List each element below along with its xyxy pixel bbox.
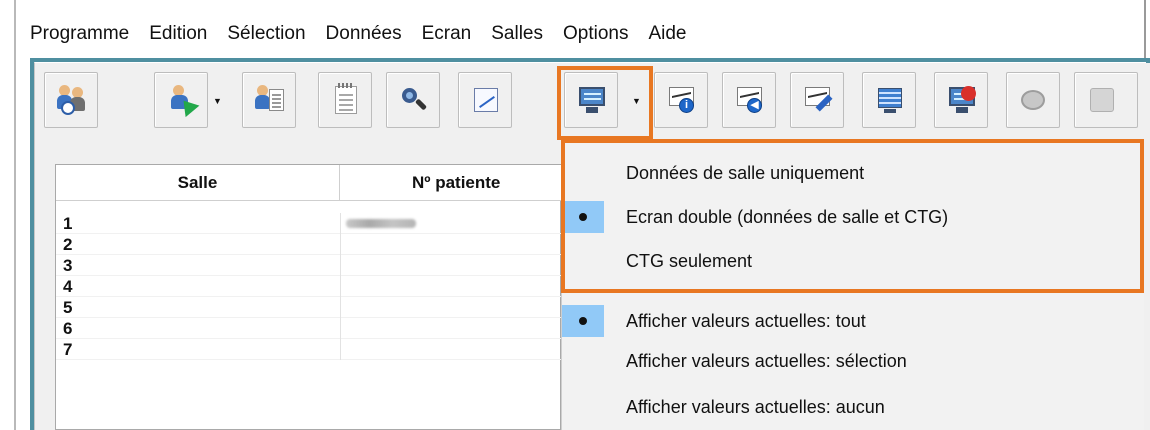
menu-edition[interactable]: Edition xyxy=(149,23,207,45)
room-number: 5 xyxy=(63,298,73,317)
window-left-border xyxy=(14,0,16,430)
highlight-toolbar-button xyxy=(557,66,653,140)
menu-item-label: Afficher valeurs actuelles: aucun xyxy=(626,397,885,417)
menu-aide[interactable]: Aide xyxy=(648,23,686,45)
application-window: Programme Edition Sélection Données Ecra… xyxy=(0,0,1150,430)
patients-overview-button[interactable] xyxy=(44,72,98,128)
menu-item-label: Afficher valeurs actuelles: sélection xyxy=(626,351,907,371)
trace-info-button[interactable]: i xyxy=(654,72,708,128)
speaker-button[interactable] xyxy=(1006,72,1060,128)
grid-display-button[interactable] xyxy=(862,72,916,128)
table-row[interactable]: 3 xyxy=(56,255,562,276)
menu-item-label: Afficher valeurs actuelles: tout xyxy=(626,311,866,331)
disabled-tool-button xyxy=(1074,72,1138,128)
blurred-patient-number xyxy=(346,219,416,228)
trend-chart-icon xyxy=(471,85,501,115)
monitor-alarm-button[interactable] xyxy=(934,72,988,128)
menu-salles[interactable]: Salles xyxy=(491,23,543,45)
trace-back-icon: ◀ xyxy=(735,85,765,115)
table-row[interactable]: 4 xyxy=(56,276,562,297)
menu-ecran[interactable]: Ecran xyxy=(422,23,472,45)
patients-clock-icon xyxy=(57,85,87,115)
patient-document-button[interactable] xyxy=(242,72,296,128)
patient-select-icon xyxy=(167,85,200,118)
column-header-salle[interactable]: Salle xyxy=(56,165,340,201)
table-row[interactable]: 2 xyxy=(56,234,562,255)
room-number: 7 xyxy=(63,340,73,359)
table-row[interactable]: 6 xyxy=(56,318,562,339)
room-number: 4 xyxy=(63,277,73,296)
notepad-button[interactable] xyxy=(318,72,372,128)
room-number: 6 xyxy=(63,319,73,338)
menu-options[interactable]: Options xyxy=(563,23,628,45)
patient-select-dropdown-arrow[interactable]: ▼ xyxy=(213,96,223,106)
search-icon xyxy=(399,85,429,115)
trace-back-button[interactable]: ◀ xyxy=(722,72,776,128)
trend-chart-button[interactable] xyxy=(458,72,512,128)
table-row[interactable]: 5 xyxy=(56,297,562,318)
room-number: 2 xyxy=(63,235,73,254)
patient-document-icon xyxy=(255,85,285,115)
menu-programme[interactable]: Programme xyxy=(30,23,129,45)
room-number: 1 xyxy=(63,214,73,233)
search-button[interactable] xyxy=(386,72,440,128)
menu-item-show-values-all[interactable]: Afficher valeurs actuelles: tout xyxy=(562,299,1145,343)
monitor-alarm-icon xyxy=(947,85,977,115)
speaker-icon xyxy=(1019,85,1049,115)
radio-check-icon xyxy=(562,305,604,337)
notepad-icon xyxy=(331,83,361,115)
table-row[interactable]: 1 xyxy=(56,213,562,234)
rooms-table: Salle Nº patiente 1 2 3 4 5 6 7 xyxy=(55,164,562,430)
patient-select-button[interactable] xyxy=(154,72,208,128)
grid-display-icon xyxy=(875,85,905,115)
trace-edit-icon xyxy=(803,85,833,115)
trace-info-icon: i xyxy=(667,85,697,115)
disabled-tool-icon xyxy=(1087,85,1117,115)
room-number: 3 xyxy=(63,256,73,275)
highlight-menu-options xyxy=(561,139,1144,293)
table-row[interactable]: 7 xyxy=(56,339,562,360)
menu-donnees[interactable]: Données xyxy=(326,23,402,45)
menu-selection[interactable]: Sélection xyxy=(227,23,305,45)
menu-item-show-values-none[interactable]: Afficher valeurs actuelles: aucun xyxy=(562,385,1145,429)
menu-bar: Programme Edition Sélection Données Ecra… xyxy=(30,14,707,54)
column-header-patient-number[interactable]: Nº patiente xyxy=(340,165,562,201)
trace-edit-button[interactable] xyxy=(790,72,844,128)
menu-item-show-values-selection[interactable]: Afficher valeurs actuelles: sélection xyxy=(562,339,1145,383)
